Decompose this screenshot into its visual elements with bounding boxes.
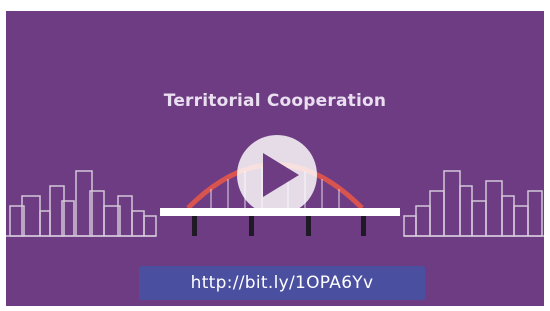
video-player[interactable]: Territorial Cooperation http://bit.ly/1O… (6, 11, 544, 306)
video-title: Territorial Cooperation (163, 91, 387, 111)
left-skyline (6, 170, 157, 237)
video-embed-frame: Territorial Cooperation http://bit.ly/1O… (0, 0, 550, 311)
link-banner[interactable]: http://bit.ly/1OPA6Yv (139, 266, 425, 300)
bridge-pillars (192, 216, 366, 236)
short-link[interactable]: http://bit.ly/1OPA6Yv (191, 273, 374, 293)
play-icon (263, 153, 299, 197)
play-button[interactable] (237, 135, 317, 215)
right-skyline (403, 170, 544, 237)
